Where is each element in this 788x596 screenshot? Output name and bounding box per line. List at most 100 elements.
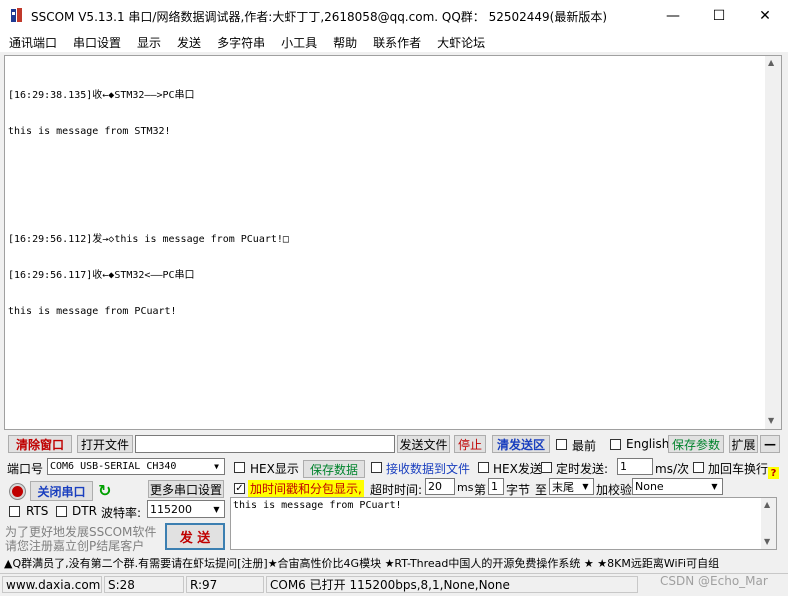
menu-help[interactable]: 帮助 <box>324 34 364 51</box>
port-select[interactable]: COM6 USB-SERIAL CH340 ▼ <box>47 458 225 475</box>
english-label: English <box>626 437 670 451</box>
receive-area[interactable]: [16:29:38.135]收←◆STM32——>PC串口 this is me… <box>4 55 782 430</box>
receive-scrollbar[interactable]: ▲ ▼ <box>765 56 781 429</box>
receive-line <box>8 198 289 210</box>
port-status-indicator-icon <box>10 484 25 499</box>
clear-window-button[interactable]: 清除窗口 <box>8 435 72 453</box>
window-title: SSCOM V5.13.1 串口/网络数据调试器,作者:大虾丁丁,2618058… <box>31 10 608 24</box>
port-status-text: COM6 已打开 115200bps,8,1,None,None <box>266 576 638 593</box>
menu-daxia-forum[interactable]: 大虾论坛 <box>428 34 492 51</box>
timeout-input[interactable]: 20 <box>425 478 455 495</box>
scroll-down-arrow-icon[interactable]: ▼ <box>768 416 774 425</box>
byte-label: 字节 <box>506 483 531 497</box>
receive-line: [16:29:56.112]发→◇this is message from PC… <box>8 234 289 245</box>
baud-rate-value: 115200 <box>150 502 192 516</box>
chevron-down-icon: ▼ <box>707 479 722 494</box>
scroll-down-arrow-icon[interactable]: ▼ <box>764 537 770 546</box>
hex-display-checkbox[interactable] <box>234 462 245 473</box>
stop-button[interactable]: 停止 <box>454 435 486 453</box>
receive-line: this is message from PCuart! <box>8 306 177 317</box>
timed-send-interval-input[interactable]: 1 <box>617 458 653 475</box>
rts-checkbox[interactable] <box>9 506 20 517</box>
sent-count: S:28 <box>104 576 184 593</box>
port-select-value: COM6 USB-SERIAL CH340 <box>50 461 177 472</box>
receive-line: [16:29:56.117]收←◆STM32<——PC串口 <box>8 270 195 281</box>
receive-line: this is message from STM32! <box>8 126 171 137</box>
baud-rate-select[interactable]: 115200 ▼ <box>147 500 225 518</box>
checksum-value: None <box>635 480 664 493</box>
minimize-button[interactable]: — <box>650 0 696 32</box>
add-crlf-label: 加回车换行 <box>708 462 769 476</box>
byte-index-input[interactable]: 1 <box>488 478 504 495</box>
csdn-watermark: CSDN @Echo_Mar <box>660 574 768 588</box>
to-label: 至 <box>535 483 548 497</box>
hex-display-label: HEX显示 <box>250 462 299 476</box>
maximize-button[interactable]: ☐ <box>696 0 742 32</box>
dtr-label: DTR <box>72 504 97 518</box>
menu-display[interactable]: 显示 <box>128 34 168 51</box>
file-path-input[interactable] <box>135 435 395 453</box>
send-textarea[interactable]: this is message from PCuart! ▲ ▼ <box>230 497 777 550</box>
close-button[interactable]: ✕ <box>742 0 788 32</box>
rts-label: RTS <box>26 504 49 518</box>
menu-multi-string[interactable]: 多字符串 <box>208 34 272 51</box>
refresh-icon[interactable]: ↻ <box>98 481 111 500</box>
receive-line <box>8 162 289 174</box>
port-label: 端口号 <box>7 462 44 476</box>
timed-send-label: 定时发送: <box>556 462 609 476</box>
collapse-button[interactable]: — <box>760 435 780 453</box>
sscom-app-icon <box>11 8 22 22</box>
send-scrollbar[interactable]: ▲ ▼ <box>761 498 776 549</box>
promo-line-2[interactable]: 请您注册嘉立创P结尾客户 <box>5 537 144 554</box>
more-serial-settings-button[interactable]: 更多串口设置 <box>148 480 224 498</box>
checksum-label: 加校验 <box>596 483 633 497</box>
baud-rate-label: 波特率: <box>101 506 142 520</box>
chevron-down-icon: ▼ <box>209 459 224 474</box>
scroll-up-arrow-icon[interactable]: ▲ <box>764 500 770 509</box>
open-file-button[interactable]: 打开文件 <box>77 435 133 453</box>
menu-tools[interactable]: 小工具 <box>272 34 324 51</box>
add-crlf-checkbox[interactable] <box>693 462 704 473</box>
expand-button[interactable]: 扩展 <box>729 435 758 453</box>
hex-send-label: HEX发送 <box>493 462 542 476</box>
timeout-unit: ms <box>457 481 474 494</box>
status-bar: www.daxia.com S:28 R:97 COM6 已打开 115200b… <box>0 573 788 593</box>
receive-line: [16:29:38.135]收←◆STM32——>PC串口 <box>8 90 195 101</box>
save-params-button[interactable]: 保存参数 <box>668 435 724 453</box>
menu-comm-port[interactable]: 通讯端口 <box>0 34 64 51</box>
recv-to-file-checkbox[interactable] <box>371 462 382 473</box>
menu-bar: 通讯端口 串口设置 显示 发送 多字符串 小工具 帮助 联系作者 大虾论坛 <box>0 32 788 52</box>
send-button[interactable]: 发 送 <box>165 523 225 550</box>
dtr-checkbox[interactable] <box>56 506 67 517</box>
end-position-value: 末尾 <box>552 480 574 494</box>
website-link[interactable]: www.daxia.com <box>2 576 102 593</box>
byte-index-prefix: 第 <box>474 483 487 497</box>
topmost-label: 最前 <box>572 439 597 453</box>
menu-serial-settings[interactable]: 串口设置 <box>64 34 128 51</box>
hex-send-checkbox[interactable] <box>478 462 489 473</box>
send-text: this is message from PCuart! <box>233 500 402 511</box>
timeout-label: 超时时间: <box>370 483 423 497</box>
english-checkbox[interactable] <box>610 439 621 450</box>
clear-send-area-button[interactable]: 清发送区 <box>492 435 550 453</box>
end-position-select[interactable]: 末尾 ▼ <box>549 478 594 495</box>
timed-send-unit: ms/次 <box>655 462 689 476</box>
menu-contact-author[interactable]: 联系作者 <box>364 34 428 51</box>
title-bar[interactable]: SSCOM V5.13.1 串口/网络数据调试器,作者:大虾丁丁,2618058… <box>0 0 788 32</box>
topmost-checkbox[interactable] <box>556 439 567 450</box>
send-file-button[interactable]: 发送文件 <box>397 435 450 453</box>
receive-log: [16:29:38.135]收←◆STM32——>PC串口 this is me… <box>8 66 289 342</box>
timestamp-checkbox[interactable]: ✓ <box>234 483 245 494</box>
timed-send-checkbox[interactable] <box>541 462 552 473</box>
close-port-button[interactable]: 关闭串口 <box>30 481 93 501</box>
save-data-button[interactable]: 保存数据 <box>303 460 365 478</box>
scroll-up-arrow-icon[interactable]: ▲ <box>768 58 774 67</box>
checksum-select[interactable]: None ▼ <box>632 478 723 495</box>
chevron-down-icon: ▼ <box>209 501 224 517</box>
chevron-down-icon: ▼ <box>578 479 593 494</box>
news-ticker[interactable]: ▲Q群满员了,没有第二个群.有需要请在虾坛提问[注册]★合宙高性价比4G模块 ★… <box>4 555 786 571</box>
recv-to-file-label: 接收数据到文件 <box>386 462 471 476</box>
received-count: R:97 <box>186 576 264 593</box>
menu-send[interactable]: 发送 <box>168 34 208 51</box>
help-question-icon[interactable]: ? <box>768 467 779 479</box>
